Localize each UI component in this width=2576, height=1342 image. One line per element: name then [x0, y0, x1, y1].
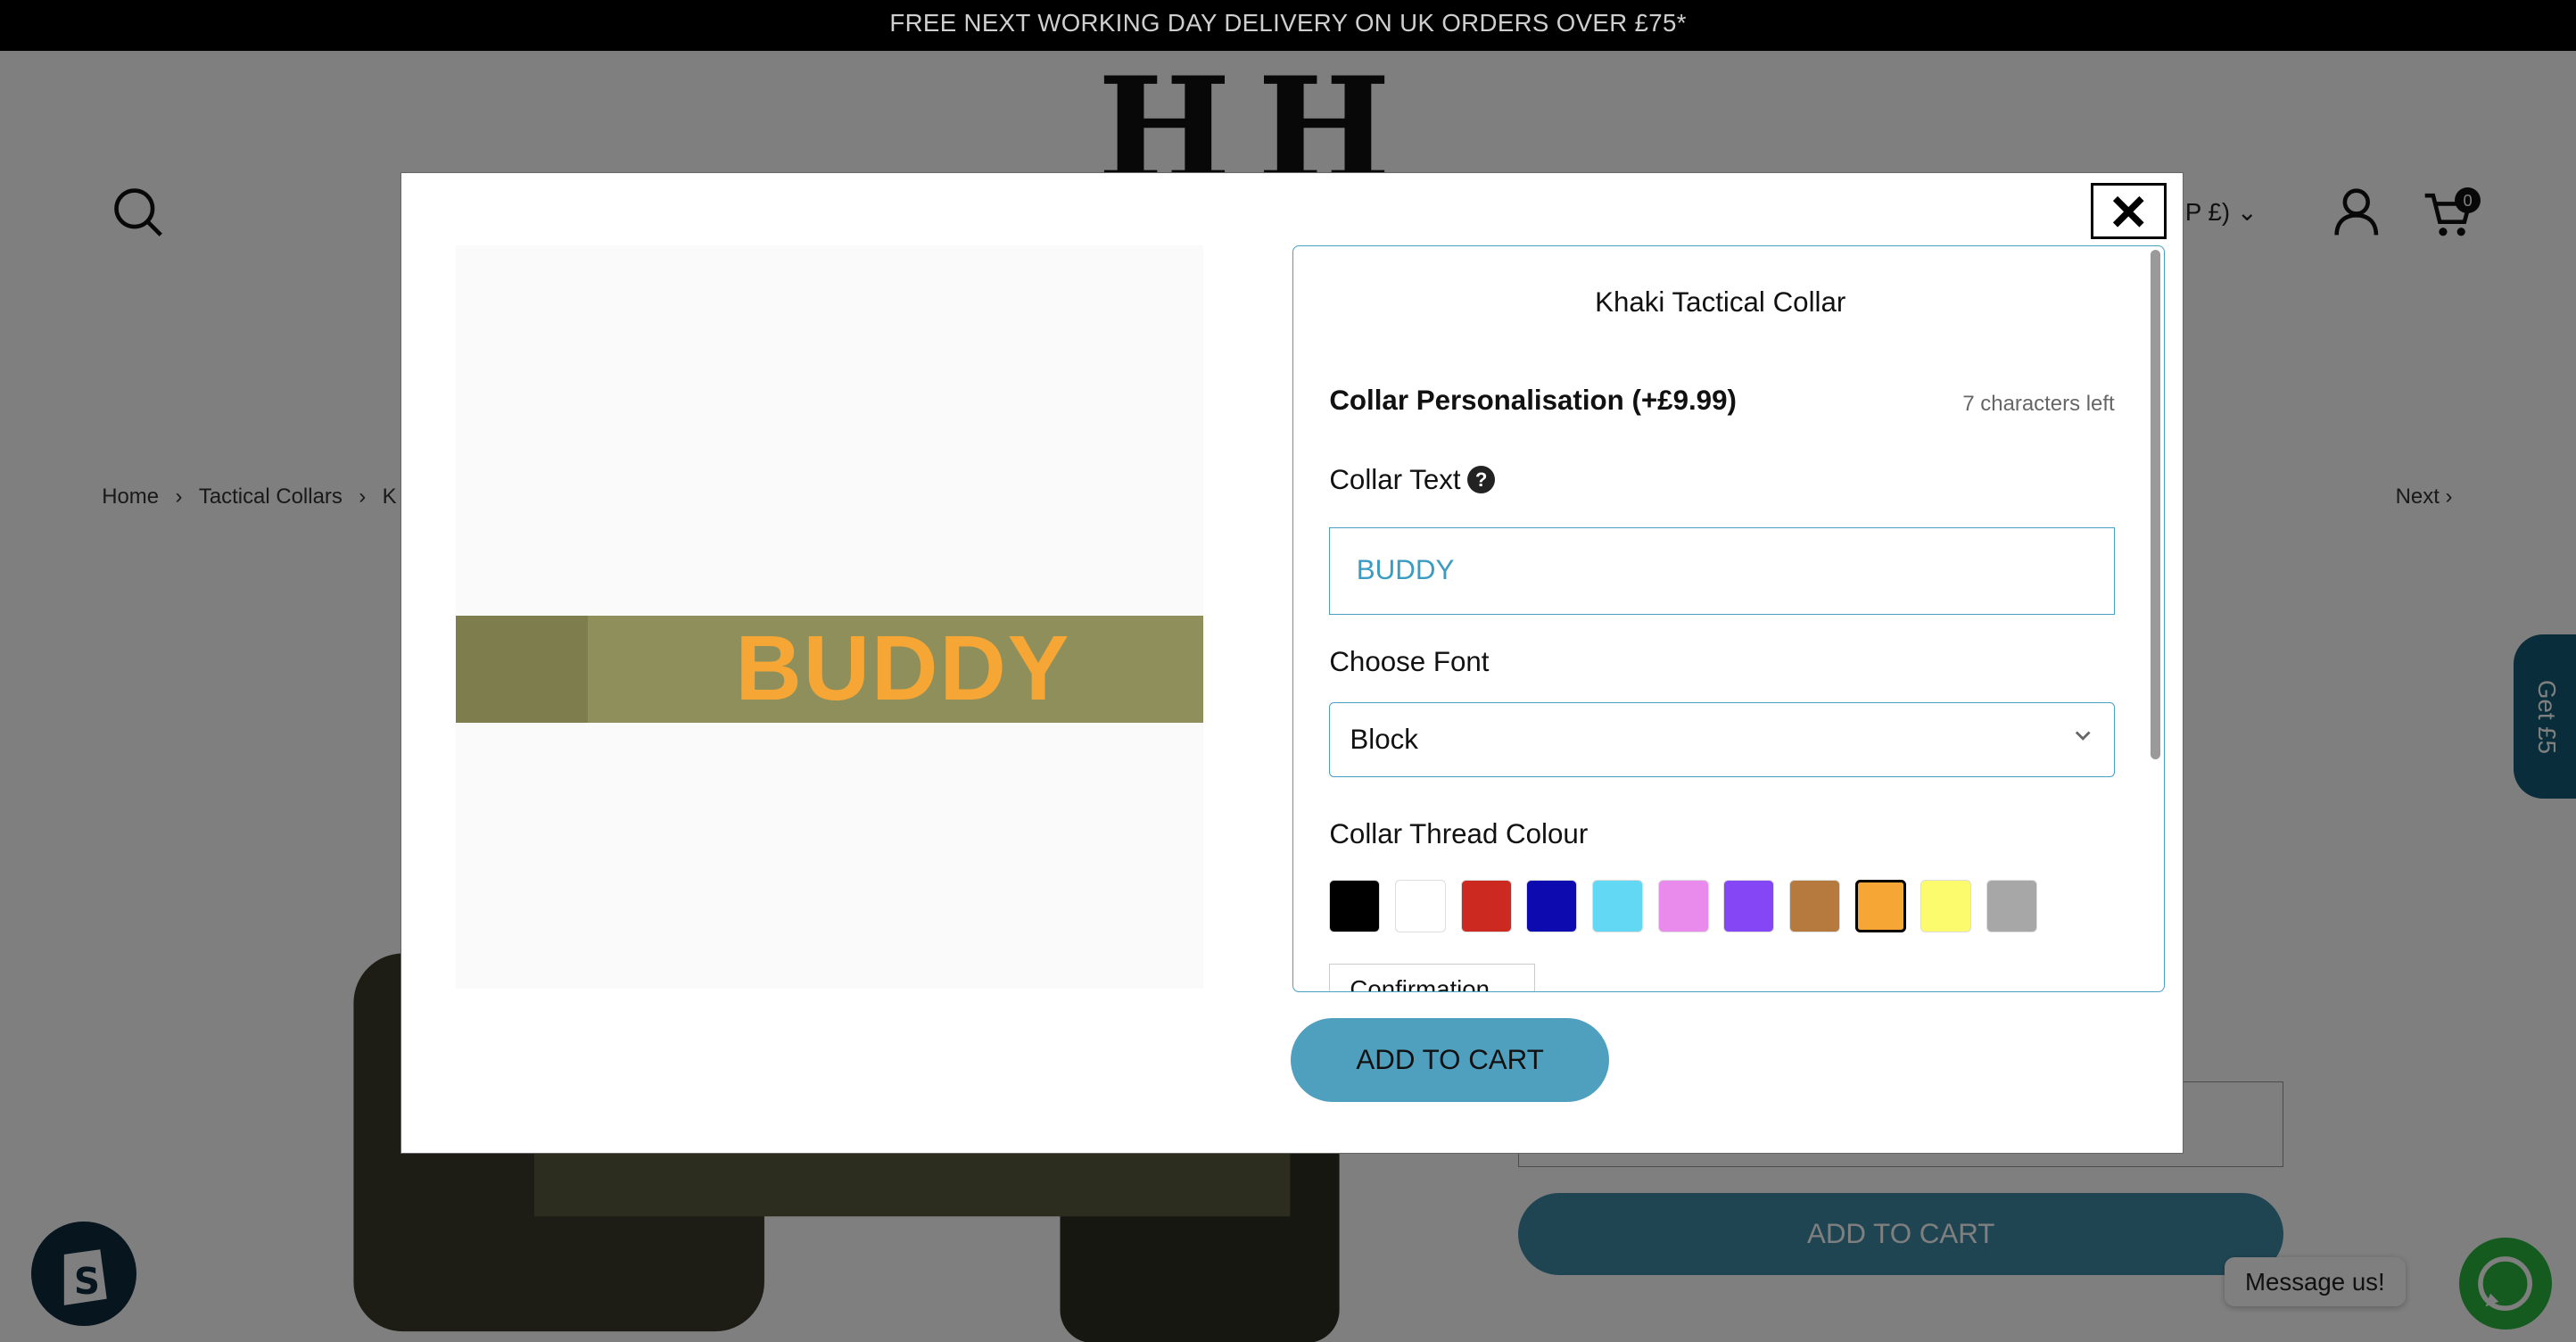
- collar-preview-text: BUDDY: [735, 616, 1071, 719]
- thread-colour-swatch[interactable]: [1657, 879, 1709, 932]
- add-to-cart-button[interactable]: ADD TO CART: [1290, 1018, 1610, 1103]
- font-select[interactable]: Block: [1329, 701, 2115, 778]
- collar-preview: BUDDY: [456, 245, 1204, 990]
- confirmation-field[interactable]: Confirmation: [1329, 963, 1535, 991]
- collar-text-input[interactable]: BUDDY: [1329, 527, 2115, 616]
- characters-left: 7 characters left: [1962, 391, 2115, 416]
- thread-colour-swatch[interactable]: [1788, 879, 1840, 932]
- thread-colour-swatch[interactable]: [1920, 879, 1972, 932]
- announcement-bar: FREE NEXT WORKING DAY DELIVERY ON UK ORD…: [0, 0, 2576, 52]
- close-button[interactable]: [2091, 183, 2167, 240]
- thread-colour-swatch[interactable]: [1329, 879, 1381, 932]
- thread-colour-swatch[interactable]: [1526, 879, 1578, 932]
- options-panel: Khaki Tactical Collar Collar Personalisa…: [1292, 245, 2165, 992]
- collar-buckle-strap: [456, 615, 588, 723]
- thread-colour-swatch[interactable]: [1723, 879, 1775, 932]
- close-icon: [2113, 195, 2144, 228]
- thread-colour-swatches: [1329, 879, 2037, 932]
- font-label: Choose Font: [1329, 646, 1490, 678]
- personalisation-modal: BUDDY Khaki Tactical Collar Collar Perso…: [400, 172, 2184, 1155]
- thread-colour-swatch[interactable]: [1854, 879, 1906, 932]
- help-icon[interactable]: ?: [1466, 465, 1496, 494]
- thread-colour-swatch[interactable]: [1986, 879, 2037, 932]
- thread-colour-swatch[interactable]: [1591, 879, 1644, 932]
- personalisation-label: Collar Personalisation (+£9.99): [1329, 385, 1737, 417]
- collar-text-label: Collar Text?: [1329, 463, 1496, 496]
- panel-scrollbar[interactable]: [2151, 250, 2161, 760]
- thread-colour-swatch[interactable]: [1460, 879, 1512, 932]
- font-select-value: Block: [1350, 723, 1418, 755]
- chevron-down-icon: [2075, 731, 2091, 741]
- page-canvas: FREE NEXT WORKING DAY DELIVERY ON UK ORD…: [0, 0, 2576, 1342]
- thread-colour-swatch[interactable]: [1394, 879, 1447, 932]
- product-title: Khaki Tactical Collar: [1595, 286, 1846, 318]
- collar-text-label-text: Collar Text: [1329, 463, 1461, 495]
- thread-colour-label: Collar Thread Colour: [1329, 818, 1589, 850]
